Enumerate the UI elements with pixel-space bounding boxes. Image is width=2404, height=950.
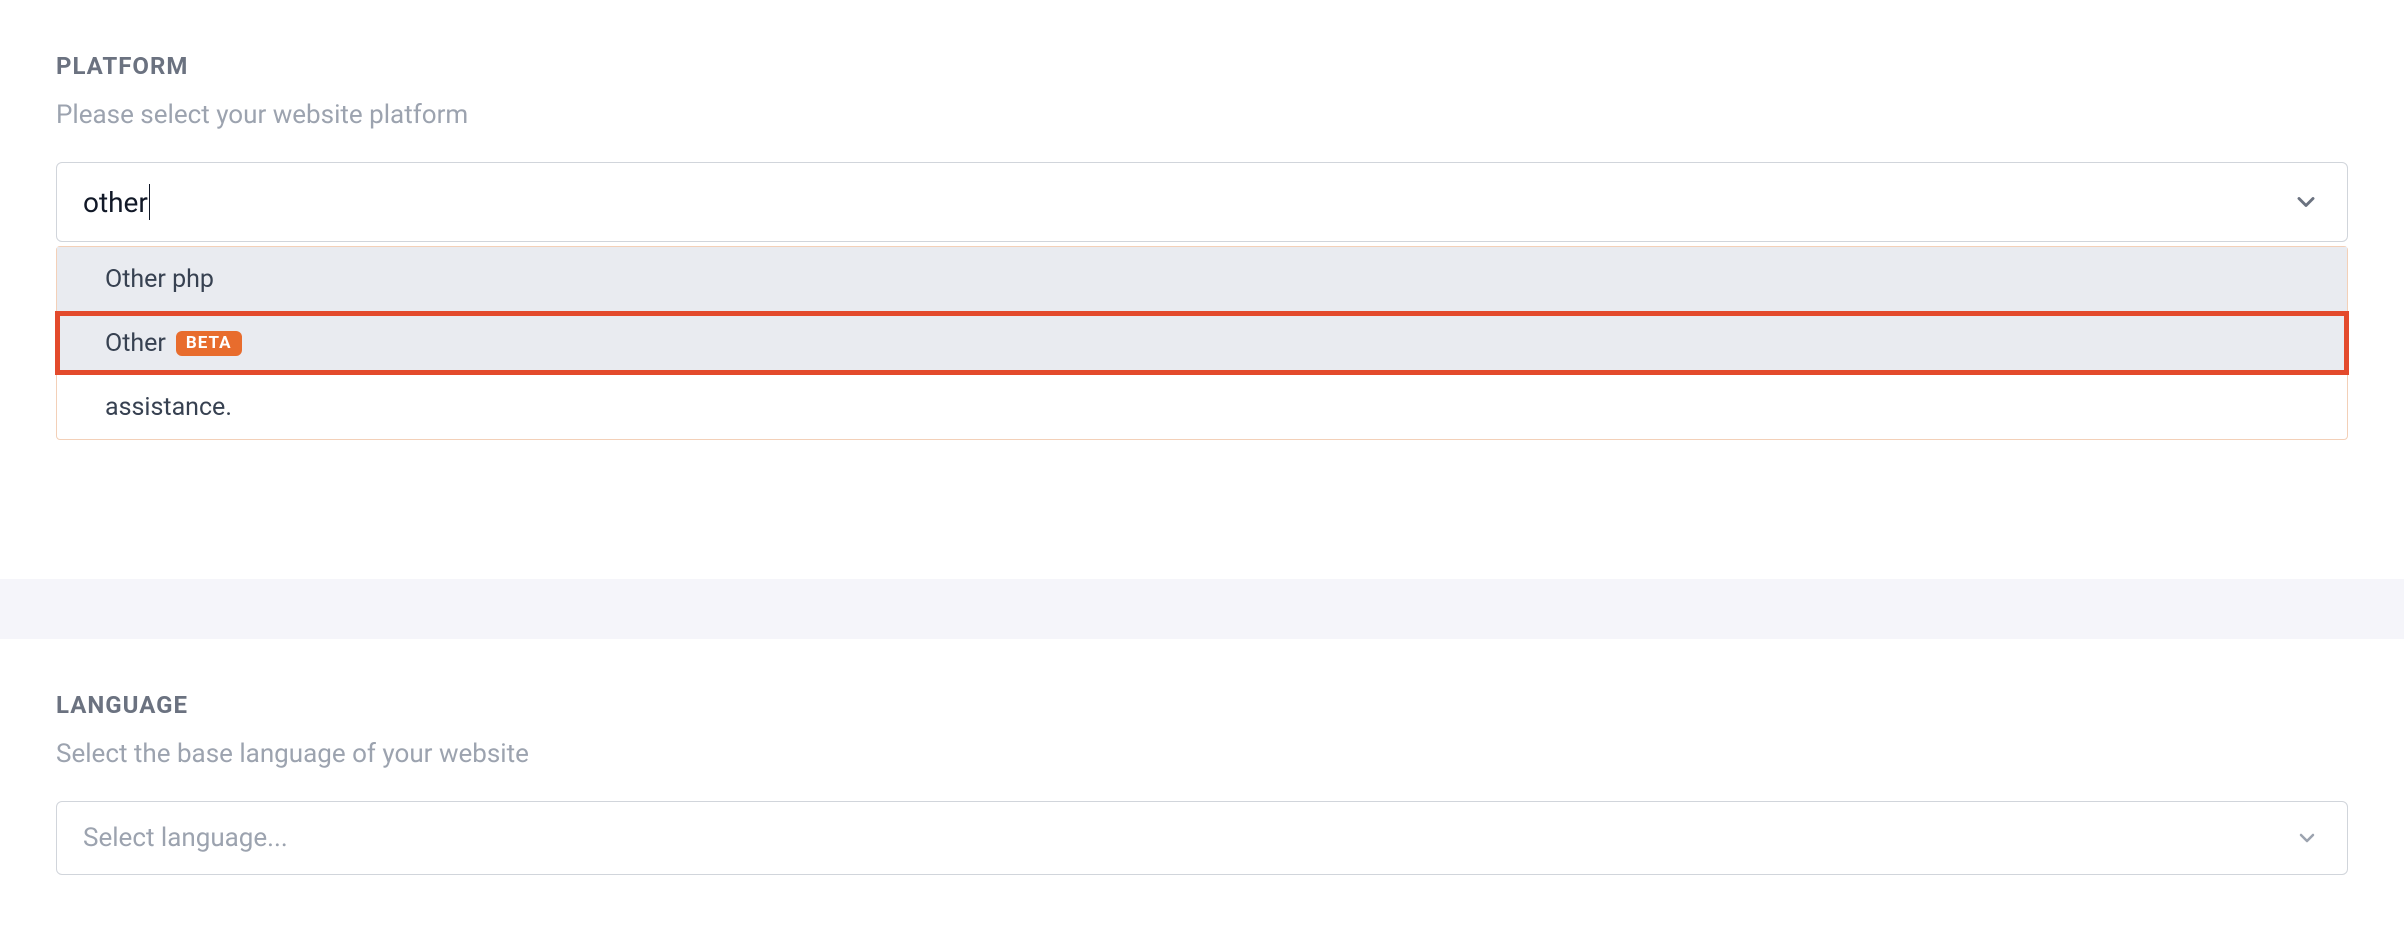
- language-card: LANGUAGE Select the base language of you…: [0, 639, 2404, 950]
- platform-subtitle: Please select your website platform: [56, 100, 2348, 130]
- platform-dropdown: Other php Other BETA assistance.: [56, 246, 2348, 440]
- dropdown-option-other[interactable]: Other BETA: [55, 311, 2349, 375]
- platform-card: PLATFORM Please select your website plat…: [0, 0, 2404, 579]
- beta-badge: BETA: [176, 331, 242, 356]
- platform-typed-text: other: [83, 186, 148, 219]
- chevron-down-icon: [2295, 826, 2319, 850]
- platform-title: PLATFORM: [56, 52, 2348, 80]
- option-label: Other: [105, 329, 166, 358]
- dropdown-extra-text: assistance.: [57, 375, 2347, 439]
- text-cursor: [149, 184, 151, 220]
- language-select[interactable]: Select language...: [56, 801, 2348, 875]
- platform-select-input[interactable]: other: [56, 162, 2348, 242]
- language-placeholder: Select language...: [83, 823, 288, 853]
- option-label: Other php: [105, 265, 214, 294]
- dropdown-option-other-php[interactable]: Other php: [57, 247, 2347, 311]
- language-subtitle: Select the base language of your website: [56, 739, 2348, 769]
- language-title: LANGUAGE: [56, 691, 2348, 719]
- platform-select-wrapper: other Other php Other BETA assistance.: [56, 162, 2348, 242]
- chevron-down-icon: [2292, 188, 2320, 216]
